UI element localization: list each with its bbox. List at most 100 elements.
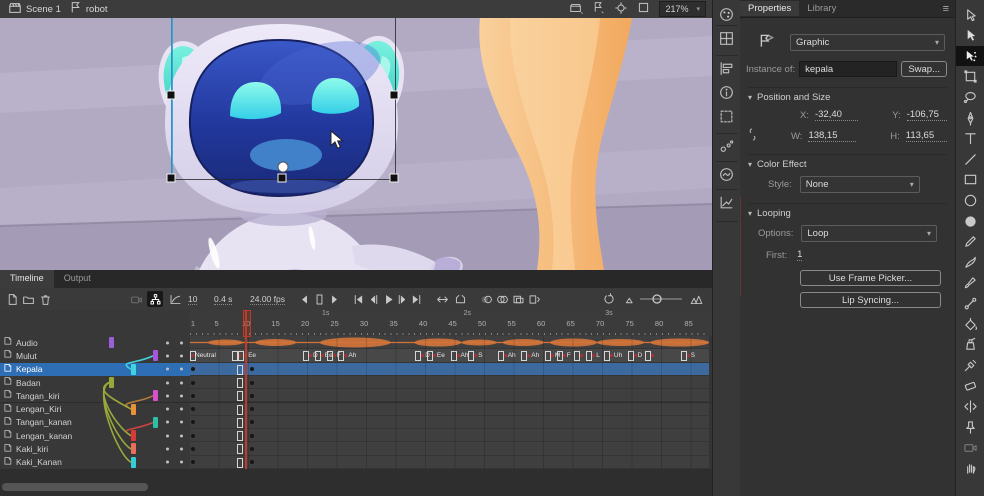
keyframe[interactable] — [191, 407, 195, 411]
lip-sync-keyframe[interactable]: S — [474, 349, 482, 361]
section-position-and-size[interactable]: ▾ Position and Size — [748, 87, 947, 103]
next-keyframe-icon[interactable] — [326, 291, 342, 307]
classic-brush-tool[interactable] — [956, 273, 984, 293]
frame-size-slider-icon[interactable] — [638, 291, 684, 307]
text-tool[interactable] — [956, 129, 984, 149]
lip-sync-keyframe[interactable]: S — [687, 349, 695, 361]
keyframe-end-marker[interactable] — [237, 458, 243, 468]
symbol-breadcrumb[interactable]: robot — [69, 1, 108, 17]
layer-row-kaki_kiri[interactable]: Kaki_kiri — [0, 442, 190, 456]
keyframe-end-marker[interactable] — [237, 444, 243, 454]
edit-symbols-icon[interactable] — [592, 1, 605, 17]
style-dropdown[interactable]: None ▾ — [800, 176, 920, 193]
layer-swatch[interactable] — [131, 404, 136, 415]
loop-playback-icon[interactable] — [452, 291, 468, 307]
width-tool[interactable] — [956, 396, 984, 416]
lip-sync-keyframe[interactable]: Ah — [527, 349, 539, 361]
frame-row-kaki_kanan[interactable] — [190, 456, 712, 470]
lip-syncing-button[interactable]: Lip Syncing... — [800, 292, 941, 308]
keyframe[interactable] — [191, 381, 195, 385]
layer-row-tangan_kanan[interactable]: Tangan_kanan — [0, 416, 190, 430]
w-value[interactable]: 138,15 — [808, 130, 856, 142]
keyframe[interactable] — [250, 367, 254, 371]
section-color-effect[interactable]: ▾ Color Effect — [748, 154, 947, 170]
use-frame-picker-button[interactable]: Use Frame Picker... — [800, 270, 941, 286]
frame-row-audio[interactable] — [190, 336, 712, 350]
frame-row-kepala[interactable] — [190, 363, 712, 377]
frame-row-badan[interactable] — [190, 376, 712, 390]
new-folder-icon[interactable] — [20, 291, 36, 307]
tab-output[interactable]: Output — [54, 270, 101, 288]
edit-multiple-frames-icon[interactable] — [510, 291, 526, 307]
zoom-in-frames-icon[interactable] — [688, 291, 704, 307]
onion-skin-icon[interactable] — [478, 291, 494, 307]
swap-button[interactable]: Swap... — [901, 61, 947, 77]
layer-swatch[interactable] — [109, 377, 114, 388]
keyframe[interactable] — [250, 381, 254, 385]
frame-row-lengan_kanan[interactable] — [190, 429, 712, 443]
subselection-tool[interactable] — [956, 26, 984, 46]
layer-swatch[interactable] — [131, 457, 136, 468]
primitive-oval-tool[interactable] — [956, 211, 984, 231]
lip-sync-keyframe[interactable]: D — [634, 349, 643, 361]
keyframe[interactable] — [250, 434, 254, 438]
layer-parenting-icon[interactable] — [147, 291, 163, 307]
keyframe-end-marker[interactable] — [237, 418, 243, 428]
tab-timeline[interactable]: Timeline — [0, 270, 54, 288]
ink-bottle-tool[interactable] — [956, 335, 984, 355]
go-last-frame-icon[interactable] — [408, 291, 424, 307]
layer-swatch[interactable] — [153, 350, 158, 361]
keyframe[interactable] — [250, 394, 254, 398]
selection-tool[interactable] — [956, 5, 984, 25]
layer-row-mulut[interactable]: Mulut — [0, 349, 190, 363]
playhead-marker[interactable] — [243, 310, 251, 337]
swatches-panel-icon[interactable] — [718, 30, 736, 48]
lip-sync-keyframe[interactable]: Neutral — [191, 349, 216, 361]
current-frame-indicator-icon[interactable] — [311, 291, 327, 307]
keyframe-end-marker[interactable] — [237, 391, 243, 401]
asset-sculpt-tool[interactable] — [956, 417, 984, 437]
y-value[interactable]: -106,75 — [907, 109, 947, 121]
keyframe[interactable] — [250, 447, 254, 451]
line-tool[interactable] — [956, 149, 984, 169]
x-value[interactable]: -32,40 — [815, 109, 858, 121]
brushes-panel-icon[interactable] — [718, 138, 736, 156]
keyframe[interactable] — [191, 447, 195, 451]
transformation-point[interactable] — [278, 162, 289, 173]
prev-keyframe-icon[interactable] — [296, 291, 312, 307]
lip-sync-keyframe[interactable]: L — [592, 349, 600, 361]
lip-sync-keyframe[interactable]: Ah — [504, 349, 516, 361]
layer-depth-icon[interactable] — [167, 291, 183, 307]
transform-panel-icon[interactable] — [718, 108, 736, 126]
color-panel-icon[interactable] — [718, 6, 736, 24]
keyframe[interactable] — [250, 420, 254, 424]
camera-tool[interactable] — [956, 438, 984, 458]
tab-library[interactable]: Library — [799, 1, 844, 16]
free-transform-tool[interactable] — [956, 67, 984, 87]
timeline-horizontal-scrollbar[interactable] — [2, 483, 148, 491]
pen-tool[interactable] — [956, 108, 984, 128]
insert-layer-icon[interactable] — [4, 291, 20, 307]
frame-row-tangan_kiri[interactable] — [190, 389, 712, 403]
stage-zoom-dropdown[interactable]: 217% ▾ — [659, 1, 706, 17]
playhead-line[interactable] — [245, 310, 247, 469]
keyframe[interactable] — [191, 420, 195, 424]
info-panel-icon[interactable] — [718, 84, 736, 102]
first-frame-value[interactable]: 1 — [797, 249, 802, 261]
go-first-frame-icon[interactable] — [350, 291, 366, 307]
delete-layer-icon[interactable] — [37, 291, 53, 307]
keyframe[interactable] — [191, 394, 195, 398]
align-panel-icon[interactable] — [718, 60, 736, 78]
layer-swatch[interactable] — [109, 337, 114, 348]
tab-properties[interactable]: Properties — [740, 1, 799, 16]
transform-handle-bottom[interactable] — [278, 174, 287, 183]
eraser-tool[interactable] — [956, 376, 984, 396]
layer-swatch[interactable] — [131, 430, 136, 441]
history-panel-icon[interactable] — [718, 194, 736, 212]
clip-content-icon[interactable] — [637, 1, 650, 17]
zoom-out-frames-icon[interactable] — [622, 291, 638, 307]
edit-scene-icon[interactable] — [569, 1, 583, 18]
panel-menu-icon[interactable]: ≡ — [943, 3, 949, 15]
elapsed-time-value[interactable]: 0.4 s — [214, 294, 232, 305]
modify-onion-markers-icon[interactable] — [526, 291, 542, 307]
